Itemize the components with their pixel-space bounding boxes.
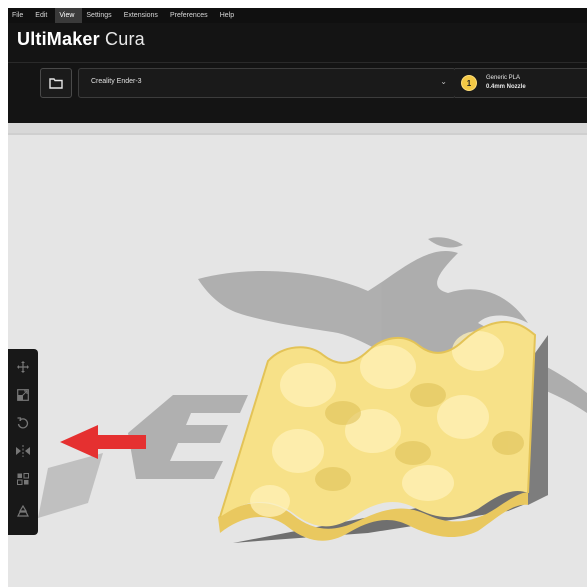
menu-settings[interactable]: Settings [82, 8, 119, 23]
support-blocker-icon [17, 505, 29, 517]
chevron-down-icon: ⌄ [440, 77, 447, 86]
logo-brand: UltiMaker [17, 29, 100, 49]
logo-product: Cura [105, 29, 145, 49]
printer-selector[interactable]: Creality Ender-3 ⌄ [78, 68, 456, 98]
side-toolbar [8, 349, 38, 535]
rotate-tool-button[interactable] [8, 409, 38, 437]
mirror-tool-button[interactable] [8, 437, 38, 465]
build-plate-scene [38, 237, 587, 543]
scale-icon [17, 389, 29, 401]
divider [8, 62, 587, 63]
printer-name: Creality Ender-3 [91, 78, 142, 85]
scale-tool-button[interactable] [8, 381, 38, 409]
per-model-settings-icon [17, 473, 29, 485]
bed-logo-letters [38, 395, 248, 518]
folder-icon [49, 78, 63, 89]
per-model-settings-button[interactable] [8, 465, 38, 493]
menu-file[interactable]: File [8, 8, 31, 23]
move-icon [17, 361, 29, 373]
app-logo: UltiMaker Cura [17, 29, 145, 50]
menu-preferences[interactable]: Preferences [166, 8, 216, 23]
move-tool-button[interactable] [8, 353, 38, 381]
menu-view[interactable]: View [55, 8, 83, 23]
3d-viewport[interactable] [8, 123, 587, 587]
app-header: UltiMaker Cura Creality Ender-3 ⌄ 1 Gene… [8, 23, 587, 123]
menu-bar: File Edit View Settings Extensions Prefe… [8, 8, 587, 23]
material-selector[interactable]: 1 Generic PLA 0.4mm Nozzle [455, 68, 587, 98]
cura-window: File Edit View Settings Extensions Prefe… [8, 8, 587, 587]
rotate-icon [17, 417, 29, 429]
material-name: Generic PLA [486, 75, 521, 81]
menu-help[interactable]: Help [216, 8, 242, 23]
extruder-badge-icon: 1 [461, 75, 477, 91]
mirror-icon [16, 445, 30, 457]
menu-extensions[interactable]: Extensions [120, 8, 166, 23]
support-blocker-button[interactable] [8, 497, 38, 525]
menu-edit[interactable]: Edit [31, 8, 55, 23]
nozzle-name: 0.4mm Nozzle [486, 84, 526, 90]
open-file-button[interactable] [40, 68, 72, 98]
